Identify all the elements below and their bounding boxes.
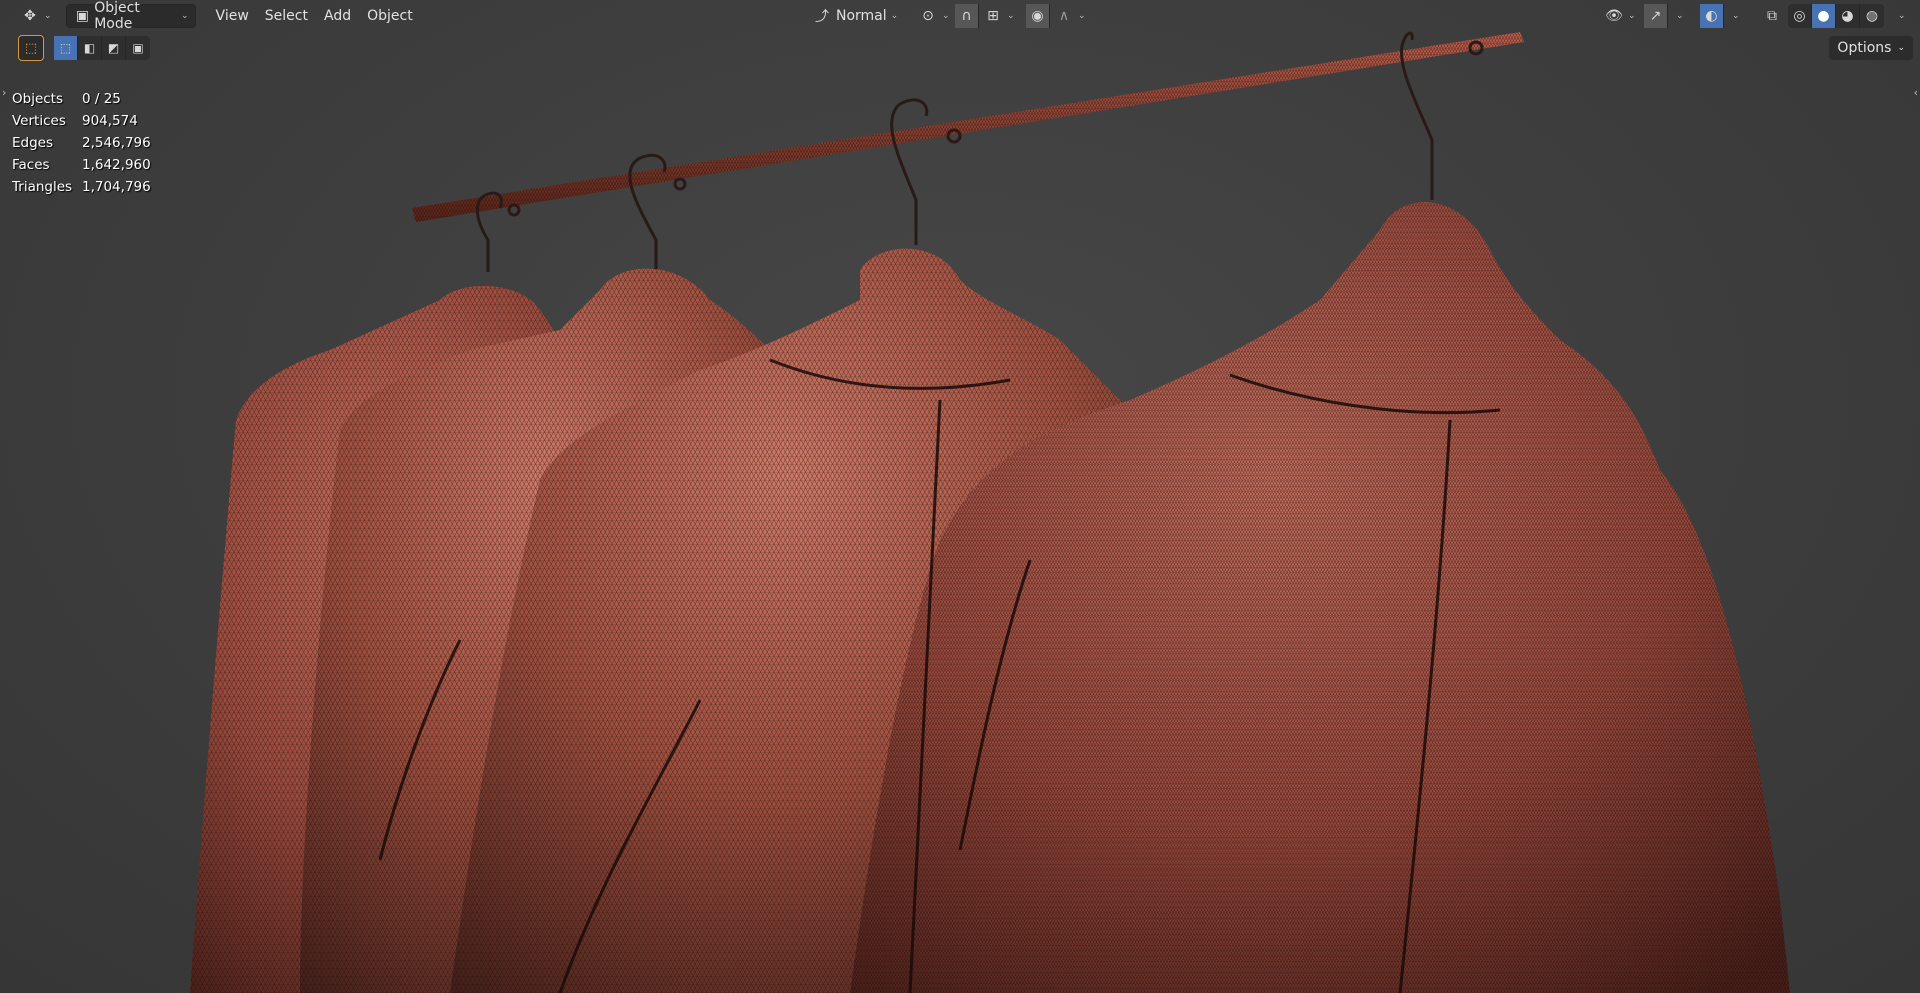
xray-toggle[interactable]: ⧉ [1756, 4, 1788, 28]
options-dropdown[interactable]: Options ⌄ [1829, 36, 1913, 60]
shading-modes: ◎ ● ◕ ◍ [1788, 3, 1884, 28]
shading-wireframe-button[interactable]: ◎ [1788, 3, 1812, 28]
falloff-dropdown[interactable]: ∧ ⌄ [1050, 4, 1090, 28]
stat-value: 904,574 [82, 113, 138, 129]
stat-value: 1,704,796 [82, 179, 151, 195]
3d-viewport[interactable]: ✥ ⌄ ▣ Object Mode ⌄ View Select Add Objec… [0, 0, 1920, 993]
object-mode-icon: ▣ [75, 7, 89, 24]
orientation-icon: ⤴ [815, 8, 829, 25]
select-mode-extend[interactable]: ◧ [78, 36, 102, 60]
gizmo-group: ↗ ⌄ [1644, 3, 1688, 28]
gizmo-icon: ↗ [1649, 7, 1662, 24]
options-label: Options [1837, 40, 1892, 56]
proportional-toggle[interactable]: ◉ [1026, 3, 1050, 28]
selection-mode-group: ⬚ ◧ ◩ ▣ [54, 36, 150, 60]
stat-label: Vertices [12, 113, 66, 129]
editor-type-button[interactable]: ✥ ⌄ [14, 4, 58, 28]
move-gizmo-icon: ✥ [24, 7, 36, 24]
visibility-dropdown[interactable]: 👁 ⌄ [1598, 4, 1642, 28]
stat-label: Triangles [12, 179, 73, 195]
proportional-edit-icon: ◉ [1031, 7, 1044, 24]
select-mode-subtract[interactable]: ◩ [102, 36, 126, 60]
select-mode-new[interactable]: ⬚ [54, 36, 78, 60]
tool-settings-row: ⬚ ⬚ ◧ ◩ ▣ Options ⌄ [0, 34, 1920, 62]
pivot-point-dropdown[interactable]: ⊙ ⌄ [912, 4, 956, 28]
stat-label: Faces [12, 157, 50, 173]
select-new-icon: ⬚ [59, 41, 72, 55]
transform-orientation-dropdown[interactable]: ⤴ Normal ⌄ [806, 4, 904, 28]
stat-row-vertices: Vertices 904,574 [12, 110, 151, 132]
overlay-dropdown[interactable]: ⌄ [1724, 4, 1744, 28]
select-box-icon: ⬚ [24, 40, 38, 56]
menu-object[interactable]: Object [359, 4, 421, 28]
overlay-icon: ◐ [1705, 7, 1718, 24]
snap-target-dropdown[interactable]: ⊞ ⌄ [979, 4, 1019, 28]
overlay-toggle[interactable]: ◐ [1700, 3, 1724, 28]
snap-group: ∩ ⊞ ⌄ [955, 3, 1019, 28]
eye-icon: 👁 [1605, 7, 1623, 24]
shading-options-dropdown[interactable]: ⌄ [1888, 4, 1912, 28]
overlay-group: ◐ ⌄ [1700, 3, 1744, 28]
stat-label: Edges [12, 135, 54, 151]
solid-sphere-icon: ● [1817, 7, 1830, 24]
falloff-curve-icon: ∧ [1058, 7, 1070, 24]
stat-value: 1,642,960 [82, 157, 151, 173]
snap-toggle[interactable]: ∩ [955, 3, 979, 28]
snap-increment-icon: ⊞ [987, 7, 999, 24]
xray-icon: ⧉ [1767, 7, 1777, 24]
menu-select[interactable]: Select [257, 4, 316, 28]
select-intersect-icon: ▣ [132, 41, 144, 55]
pivot-icon: ⊙ [922, 7, 934, 24]
mode-dropdown[interactable]: ▣ Object Mode ⌄ [65, 0, 196, 32]
stat-value: 0 / 25 [82, 91, 121, 107]
magnet-icon: ∩ [961, 7, 972, 24]
shading-solid-button[interactable]: ● [1812, 3, 1836, 28]
select-subtract-icon: ◩ [107, 41, 120, 55]
gizmo-toggle[interactable]: ↗ [1644, 3, 1668, 28]
shading-rendered-button[interactable]: ◍ [1860, 4, 1884, 28]
stat-value: 2,546,796 [82, 135, 151, 151]
viewport-header: ✥ ⌄ ▣ Object Mode ⌄ View Select Add Objec… [0, 0, 1920, 32]
toolbar-expand-arrow[interactable]: › [2, 86, 6, 99]
stat-row-faces: Faces 1,642,960 [12, 154, 151, 176]
orientation-label: Normal [836, 7, 887, 24]
stat-row-objects: Objects 0 / 25 [12, 88, 151, 110]
stat-label: Objects [12, 91, 64, 107]
menu-bar: View Select Add Object [208, 4, 421, 28]
statistics-overlay: Objects 0 / 25 Vertices 904,574 Edges 2,546… [12, 88, 151, 198]
stat-row-triangles: Triangles 1,704,796 [12, 176, 151, 198]
proportional-group: ◉ ∧ ⌄ [1026, 3, 1090, 28]
rendered-sphere-icon: ◍ [1865, 7, 1879, 24]
mode-label: Object Mode [94, 0, 140, 32]
menu-add[interactable]: Add [316, 4, 359, 28]
menu-view[interactable]: View [208, 4, 257, 28]
shading-material-button[interactable]: ◕ [1836, 3, 1860, 28]
select-mode-intersect[interactable]: ▣ [126, 36, 150, 60]
scene-render [190, 31, 1790, 993]
sidebar-expand-arrow[interactable]: ‹ [1914, 86, 1918, 99]
material-sphere-icon: ◕ [1841, 7, 1854, 24]
select-extend-icon: ◧ [83, 41, 96, 55]
wireframe-sphere-icon: ◎ [1793, 7, 1806, 24]
gizmo-dropdown[interactable]: ⌄ [1668, 4, 1688, 28]
select-box-tool-button[interactable]: ⬚ [18, 35, 44, 61]
stat-row-edges: Edges 2,546,796 [12, 132, 151, 154]
